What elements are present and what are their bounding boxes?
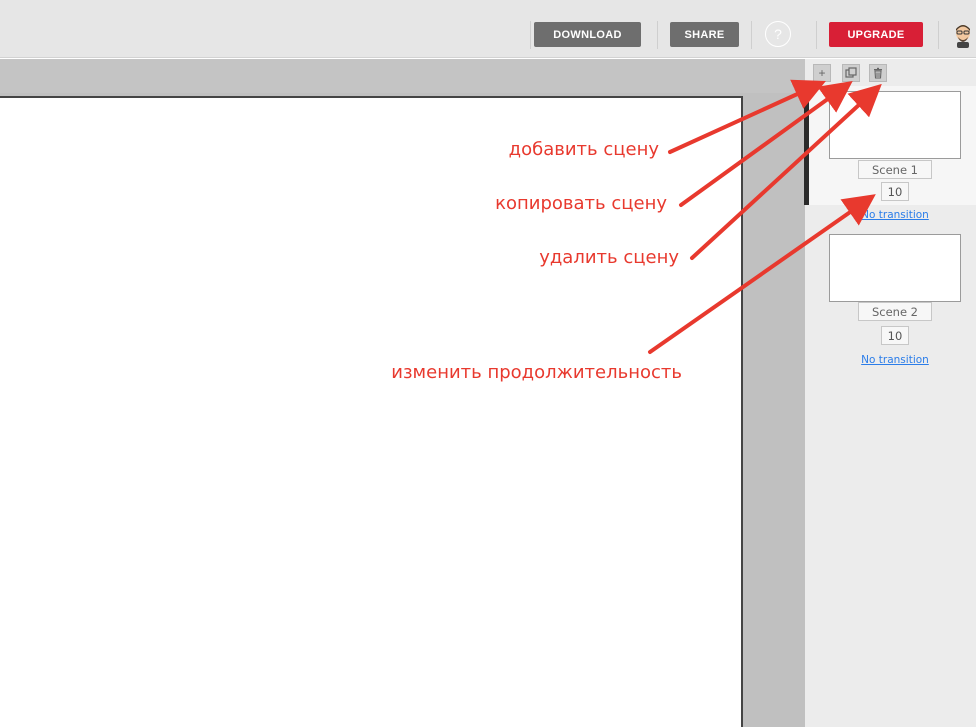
annotation-add-scene: добавить сцену: [508, 139, 659, 160]
scene-duration-field[interactable]: 10: [881, 182, 909, 201]
scene-transition-link[interactable]: No transition: [840, 354, 950, 368]
scene-transition-link[interactable]: No transition: [840, 209, 950, 223]
upgrade-button[interactable]: UPGRADE: [829, 22, 923, 47]
separator: [816, 21, 817, 49]
download-button[interactable]: DOWNLOAD: [534, 22, 641, 47]
scene-name-label[interactable]: Scene 2: [858, 302, 932, 321]
top-bar: DOWNLOAD SHARE ? UPGRADE: [0, 0, 976, 58]
canvas-toolbar-strip: [0, 59, 805, 93]
annotation-copy-scene: копировать сцену: [495, 193, 667, 214]
scene-name-label[interactable]: Scene 1: [858, 160, 932, 179]
separator: [751, 21, 752, 49]
trash-icon[interactable]: [869, 64, 887, 82]
scene-thumbnail[interactable]: [829, 91, 961, 159]
share-button[interactable]: SHARE: [670, 22, 739, 47]
scene-thumbnail[interactable]: [829, 234, 961, 302]
separator: [530, 21, 531, 49]
annotation-change-duration: изменить продолжительность: [391, 362, 682, 383]
help-icon[interactable]: ?: [765, 21, 791, 47]
user-avatar-icon[interactable]: [950, 22, 976, 48]
scene-duration-field[interactable]: 10: [881, 326, 909, 345]
separator: [657, 21, 658, 49]
copy-icon[interactable]: [842, 64, 860, 82]
separator: [938, 21, 939, 49]
plus-icon[interactable]: +: [813, 64, 831, 82]
annotation-delete-scene: удалить сцену: [539, 247, 679, 268]
active-scene-indicator: [804, 86, 809, 205]
scene-canvas[interactable]: [0, 96, 743, 727]
